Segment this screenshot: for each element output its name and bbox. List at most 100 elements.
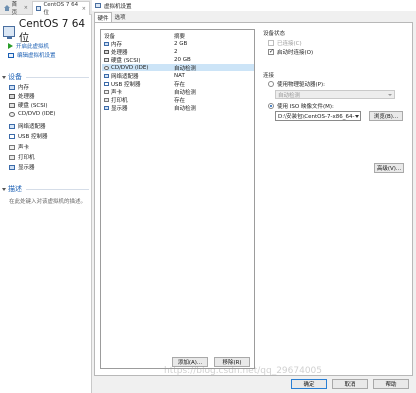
device-row-network[interactable]: 网络适配器 NAT bbox=[102, 72, 254, 80]
cpu-icon bbox=[9, 93, 15, 99]
device-name: USB 控制器 bbox=[111, 81, 141, 88]
device-summary: 存在 bbox=[174, 97, 186, 104]
sidebar-device-hdd[interactable]: 硬盘 (SCSI) bbox=[9, 101, 48, 109]
device-row-printer[interactable]: 打印机 存在 bbox=[102, 96, 254, 104]
sidebar-device-cpu[interactable]: 处理器 bbox=[9, 92, 35, 100]
description-section-header[interactable]: 描述 bbox=[2, 184, 22, 194]
sidebar-device-display[interactable]: 显示器 bbox=[9, 163, 35, 171]
radio-selected-icon bbox=[268, 103, 274, 109]
collapse-icon bbox=[2, 75, 6, 79]
devices-section-title: 设备 bbox=[8, 73, 22, 81]
device-list[interactable]: 设备 摘要 内存 2 GB 处理器 2 硬盘 (SCSI) 20 GB CD/D… bbox=[100, 29, 255, 369]
device-name: 硬盘 (SCSI) bbox=[111, 57, 141, 64]
iso-path-combobox[interactable]: D:\安装包\CentOS-7-x86_64- bbox=[275, 111, 361, 121]
device-row-cd-dvd[interactable]: CD/DVD (IDE) 自动检测 bbox=[102, 64, 254, 72]
physical-drive-select[interactable]: 自动检测 bbox=[275, 90, 395, 99]
dialog-title: 虚拟机设置 bbox=[104, 3, 132, 10]
usb-icon bbox=[104, 81, 109, 86]
sidebar-device-cd[interactable]: CD/DVD (IDE) bbox=[9, 111, 55, 117]
divider bbox=[26, 77, 89, 78]
description-placeholder[interactable]: 在此处键入对该虚拟机的描述。 bbox=[9, 197, 86, 205]
tab-home[interactable]: 首页 × bbox=[1, 1, 31, 16]
tab-hardware[interactable]: 硬件 bbox=[94, 12, 112, 22]
network-icon bbox=[9, 123, 15, 129]
sidebar-device-sound[interactable]: 声卡 bbox=[9, 143, 29, 151]
device-summary: 自动检测 bbox=[174, 65, 197, 72]
power-on-label: 开启此虚拟机 bbox=[16, 44, 50, 50]
collapse-icon bbox=[2, 187, 6, 191]
divider bbox=[26, 189, 89, 190]
column-header-summary: 摘要 bbox=[174, 34, 186, 40]
iso-path-value: D:\安装包\CentOS-7-x86_64- bbox=[278, 114, 355, 120]
play-icon bbox=[8, 43, 13, 49]
network-icon bbox=[104, 73, 109, 78]
sidebar-device-printer[interactable]: 打印机 bbox=[9, 153, 35, 161]
advanced-button[interactable]: 高级(V)... bbox=[374, 163, 404, 173]
close-icon[interactable]: × bbox=[24, 5, 28, 11]
device-summary: NAT bbox=[174, 72, 185, 79]
device-label: 内存 bbox=[18, 85, 30, 91]
device-label: 声卡 bbox=[18, 145, 30, 151]
help-button[interactable]: 帮助 bbox=[373, 379, 409, 389]
devices-section-header[interactable]: 设备 bbox=[2, 72, 22, 82]
iso-image-radio[interactable]: 使用 ISO 映像文件(M): bbox=[268, 102, 334, 110]
device-summary: 2 GB bbox=[174, 40, 188, 47]
device-name: 处理器 bbox=[111, 49, 128, 56]
device-summary: 自动检测 bbox=[174, 105, 197, 112]
connection-title: 连接 bbox=[263, 73, 275, 79]
device-label: CD/DVD (IDE) bbox=[18, 111, 56, 117]
sidebar-device-memory[interactable]: 内存 bbox=[9, 83, 29, 91]
sound-icon bbox=[104, 89, 109, 94]
device-summary: 存在 bbox=[174, 81, 186, 88]
tab-centos[interactable]: CentOS 7 64 位 × bbox=[32, 1, 90, 16]
memory-icon bbox=[9, 84, 15, 90]
edit-settings-link[interactable]: 编辑虚拟机设置 bbox=[8, 51, 56, 59]
sidebar-device-usb[interactable]: USB 控制器 bbox=[9, 132, 48, 140]
vm-icon bbox=[36, 6, 42, 11]
tab-centos-label: CentOS 7 64 位 bbox=[43, 1, 79, 16]
hardware-tab-content: 设备 摘要 内存 2 GB 处理器 2 硬盘 (SCSI) 20 GB CD/D… bbox=[94, 22, 413, 376]
edit-icon bbox=[8, 52, 14, 58]
physical-drive-value: 自动检测 bbox=[278, 92, 301, 99]
device-row-usb[interactable]: USB 控制器 存在 bbox=[102, 80, 254, 88]
vm-icon bbox=[95, 3, 101, 8]
device-label: 硬盘 (SCSI) bbox=[18, 103, 48, 109]
monitor-icon bbox=[104, 105, 109, 110]
edit-settings-label: 编辑虚拟机设置 bbox=[17, 53, 56, 59]
vm-summary-panel: 首页 × CentOS 7 64 位 × CentOS 7 64 位 开启此虚拟… bbox=[0, 0, 92, 393]
device-row-hdd[interactable]: 硬盘 (SCSI) 20 GB bbox=[102, 56, 254, 64]
checkbox-checked-icon bbox=[268, 48, 274, 55]
device-name: 内存 bbox=[111, 41, 123, 48]
hard-disk-icon bbox=[9, 102, 15, 108]
device-row-cpu[interactable]: 处理器 2 bbox=[102, 48, 254, 56]
device-row-memory[interactable]: 内存 2 GB bbox=[102, 40, 254, 48]
device-name: 打印机 bbox=[111, 97, 128, 104]
device-name: 显示器 bbox=[111, 105, 128, 112]
cpu-icon bbox=[104, 49, 109, 54]
device-name: 声卡 bbox=[111, 89, 123, 96]
connected-checkbox[interactable]: 已连接(C) bbox=[268, 39, 302, 47]
device-label: 打印机 bbox=[18, 155, 35, 161]
device-name: CD/DVD (IDE) bbox=[111, 64, 149, 71]
browse-button[interactable]: 浏览(B)... bbox=[369, 111, 403, 121]
dialog-titlebar[interactable]: 虚拟机设置 bbox=[92, 0, 416, 11]
close-icon[interactable]: × bbox=[82, 6, 86, 12]
device-summary: 自动检测 bbox=[174, 89, 197, 96]
sidebar-device-network[interactable]: 网络适配器 bbox=[9, 122, 46, 130]
cancel-button[interactable]: 取消 bbox=[332, 379, 368, 389]
physical-drive-radio[interactable]: 使用物理驱动器(P): bbox=[268, 80, 325, 88]
chevron-down-icon bbox=[388, 94, 392, 96]
tab-bar: 首页 × CentOS 7 64 位 × bbox=[0, 0, 92, 16]
memory-icon bbox=[104, 41, 109, 46]
ok-button[interactable]: 确定 bbox=[291, 379, 327, 389]
radio-icon bbox=[268, 81, 274, 87]
device-row-display[interactable]: 显示器 自动检测 bbox=[102, 104, 254, 112]
connect-at-power-on-checkbox[interactable]: 启动时连接(O) bbox=[268, 48, 313, 56]
home-icon bbox=[4, 5, 10, 11]
device-name: 网络适配器 bbox=[111, 73, 139, 80]
device-row-sound[interactable]: 声卡 自动检测 bbox=[102, 88, 254, 96]
tab-options[interactable]: 选项 bbox=[112, 12, 128, 22]
power-on-link[interactable]: 开启此虚拟机 bbox=[8, 42, 49, 50]
cd-dvd-icon bbox=[9, 111, 15, 117]
tab-home-label: 首页 bbox=[11, 2, 18, 16]
